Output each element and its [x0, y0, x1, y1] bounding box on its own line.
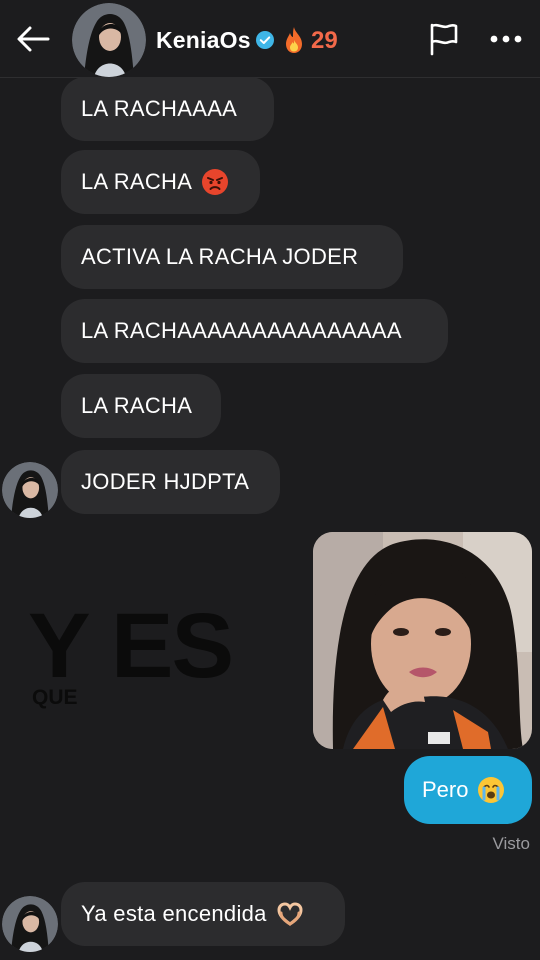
message-text: LA RACHAAAA — [81, 96, 238, 121]
sender-avatar[interactable] — [2, 896, 58, 952]
more-options-button[interactable] — [484, 22, 528, 56]
angry-face-emoji — [202, 169, 229, 195]
message-bubble[interactable]: LA RACHA — [61, 150, 260, 214]
report-button[interactable] — [424, 20, 464, 58]
message-bubble[interactable]: JODER HJDPTA — [61, 450, 280, 514]
message-bubble[interactable]: LA RACHA — [61, 374, 221, 438]
overlay-caption-small: QUE — [32, 686, 78, 709]
overlay-caption-large: Y ES — [28, 595, 234, 697]
sent-message-bubble[interactable]: Pero — [404, 756, 532, 824]
contact-name[interactable]: KeniaOs — [156, 27, 251, 54]
sent-photo[interactable] — [313, 532, 532, 749]
profile-avatar[interactable] — [72, 3, 146, 77]
streak-count: 29 — [311, 27, 338, 54]
flag-icon — [430, 23, 458, 56]
message-text: LA RACHAAAAAAAAAAAAAAA — [81, 318, 402, 343]
heart-hands-emoji — [277, 902, 303, 926]
crying-face-emoji — [478, 777, 505, 803]
arrow-left-icon — [17, 26, 50, 52]
verified-badge-icon — [256, 31, 274, 49]
more-dots-icon — [490, 35, 522, 43]
message-bubble[interactable]: LA RACHAAAA — [61, 77, 274, 141]
back-button[interactable] — [14, 20, 52, 58]
message-bubble[interactable]: Ya esta encendida — [61, 882, 345, 946]
message-bubble[interactable]: ACTIVA LA RACHA JODER — [61, 225, 403, 289]
sent-message-text: Pero — [422, 777, 469, 802]
fire-icon — [286, 27, 302, 53]
message-text: Ya esta encendida — [81, 901, 267, 926]
message-text: LA RACHA — [81, 393, 193, 418]
seen-status: Visto — [492, 834, 531, 853]
message-text: ACTIVA LA RACHA JODER — [81, 244, 359, 269]
message-bubble[interactable]: LA RACHAAAAAAAAAAAAAAA — [61, 299, 448, 363]
sender-avatar[interactable] — [2, 462, 58, 518]
message-text: JODER HJDPTA — [81, 469, 250, 494]
message-text: LA RACHA — [81, 169, 193, 194]
chat-header: KeniaOs 29 — [0, 0, 540, 78]
